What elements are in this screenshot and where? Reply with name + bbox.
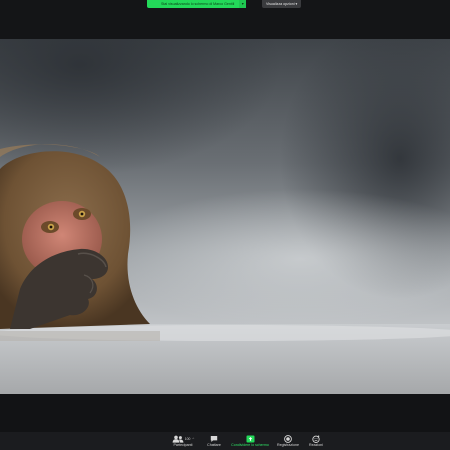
shared-screen-content bbox=[0, 39, 450, 394]
top-bar: Stai visualizzando lo schermo di Marco G… bbox=[0, 0, 450, 39]
meeting-stage-bottom bbox=[0, 394, 450, 432]
reactions-button[interactable]: Reazioni bbox=[296, 434, 336, 450]
participants-count: 100 bbox=[184, 436, 191, 441]
chat-label: Chattare bbox=[207, 443, 221, 447]
participants-icon bbox=[172, 435, 184, 443]
chat-button[interactable]: Chattare bbox=[194, 434, 234, 450]
share-banner-dropdown[interactable]: ▾ bbox=[239, 0, 247, 8]
reactions-icon bbox=[312, 434, 320, 443]
participants-label: Partecipanti bbox=[173, 443, 193, 447]
record-icon bbox=[284, 434, 292, 443]
meeting-toolbar: 100 ^ Partecipanti Chattare Condividere … bbox=[0, 432, 450, 450]
chat-icon bbox=[210, 435, 218, 442]
view-options-button[interactable]: Visualizza opzioni ▾ bbox=[262, 0, 302, 8]
share-screen-label: Condividere lo schermo bbox=[231, 443, 269, 447]
share-banner-label[interactable]: Stai visualizzando lo schermo di Marco G… bbox=[147, 0, 240, 8]
share-screen-icon bbox=[246, 435, 254, 442]
screen-share-banner[interactable]: Stai visualizzando lo schermo di Marco G… bbox=[147, 0, 247, 8]
share-screen-button[interactable]: Condividere lo schermo bbox=[230, 434, 270, 450]
reactions-label: Reazioni bbox=[309, 443, 323, 447]
monkey-photo bbox=[0, 39, 450, 394]
